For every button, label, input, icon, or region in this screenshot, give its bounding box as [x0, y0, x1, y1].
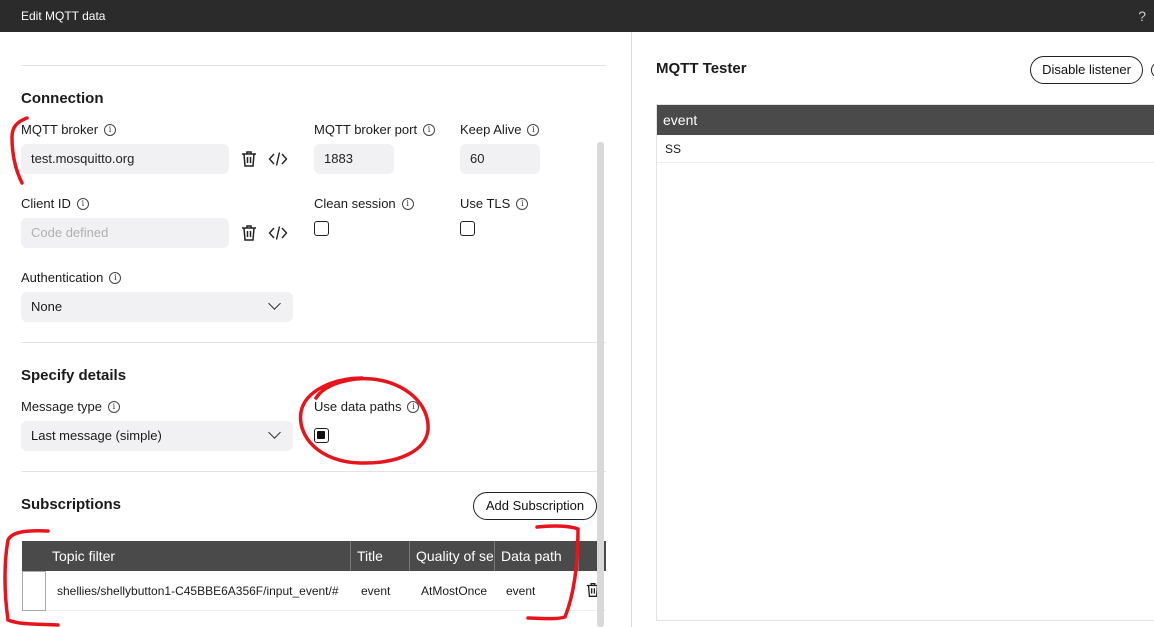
keep-alive-label-text: Keep Alive — [460, 122, 522, 137]
title-bar: Edit MQTT data ? — [0, 0, 1154, 32]
clean-session-label: Clean session i — [314, 196, 414, 211]
message-type-label: Message type i — [21, 399, 120, 414]
authentication-label-text: Authentication — [21, 270, 104, 285]
use-tls-label-text: Use TLS — [460, 196, 511, 211]
use-tls-checkbox[interactable] — [460, 221, 475, 236]
help-icon[interactable]: ? — [1138, 8, 1146, 24]
chevron-down-icon — [268, 426, 281, 439]
broker-input[interactable]: test.mosquitto.org — [21, 144, 229, 174]
code-icon[interactable] — [268, 149, 288, 169]
message-type-value: Last message (simple) — [31, 428, 162, 443]
tester-title: MQTT Tester — [656, 60, 747, 77]
use-tls-label: Use TLS i — [460, 196, 529, 211]
tester-row: SS — [657, 135, 1154, 163]
info-icon[interactable]: i — [527, 123, 540, 136]
info-icon[interactable]: i — [423, 123, 436, 136]
topic-cell: shellies/shellybutton1-C45BBE6A356F/inpu… — [57, 584, 339, 598]
row-select-handle[interactable] — [22, 571, 46, 611]
port-input[interactable]: 1883 — [314, 144, 394, 174]
broker-label-text: MQTT broker — [21, 122, 99, 137]
window-title: Edit MQTT data — [21, 9, 106, 23]
edit-form-panel: Connection MQTT broker i test.mosquitto.… — [0, 32, 632, 627]
message-type-select[interactable]: Last message (simple) — [21, 421, 293, 451]
port-label: MQTT broker port i — [314, 122, 436, 137]
add-subscription-button[interactable]: Add Subscription — [473, 492, 597, 520]
scrollbar[interactable] — [597, 142, 604, 627]
client-id-label-text: Client ID — [21, 196, 71, 211]
keep-alive-label: Keep Alive i — [460, 122, 540, 137]
column-header-title[interactable]: Title — [351, 541, 410, 571]
subscriptions-heading: Subscriptions — [21, 496, 122, 513]
mqtt-tester-panel: MQTT Tester Disable listener event SS — [632, 32, 1154, 627]
column-header-topic[interactable]: Topic filter — [46, 541, 351, 571]
divider — [21, 471, 606, 472]
message-type-label-text: Message type — [21, 399, 102, 414]
info-icon[interactable]: i — [107, 400, 120, 413]
trash-icon[interactable] — [239, 149, 259, 169]
authentication-label: Authentication i — [21, 270, 122, 285]
authentication-value: None — [31, 299, 63, 314]
tester-table: event SS — [656, 104, 1154, 621]
info-icon[interactable]: i — [109, 271, 122, 284]
client-id-input[interactable]: Code defined — [21, 218, 229, 248]
keep-alive-input[interactable]: 60 — [460, 144, 540, 174]
use-data-paths-label: Use data paths i — [314, 399, 420, 414]
column-header-data-path[interactable]: Data path — [495, 541, 579, 571]
clean-session-label-text: Clean session — [314, 196, 396, 211]
info-icon[interactable]: i — [516, 197, 529, 210]
connection-heading: Connection — [21, 90, 104, 107]
divider — [21, 65, 606, 66]
trash-icon[interactable] — [239, 223, 259, 243]
client-id-label: Client ID i — [21, 196, 89, 211]
use-data-paths-label-text: Use data paths — [314, 399, 402, 414]
divider — [21, 342, 606, 343]
title-cell: event — [361, 584, 391, 598]
info-icon[interactable]: i — [407, 400, 420, 413]
info-icon[interactable]: i — [104, 123, 117, 136]
subscriptions-table-header: Topic filter Title Quality of se Data pa… — [22, 541, 606, 571]
disable-listener-button[interactable]: Disable listener — [1030, 56, 1143, 84]
table-row[interactable]: shellies/shellybutton1-C45BBE6A356F/inpu… — [22, 571, 606, 611]
column-header-qos[interactable]: Quality of se — [410, 541, 495, 571]
tester-column-header: event — [657, 105, 1154, 135]
code-icon[interactable] — [268, 223, 288, 243]
info-icon[interactable]: i — [401, 197, 414, 210]
data-path-cell: event — [506, 584, 536, 598]
chevron-down-icon — [268, 297, 281, 310]
specify-details-heading: Specify details — [21, 367, 127, 384]
authentication-select[interactable]: None — [21, 292, 293, 322]
use-data-paths-checkbox[interactable] — [314, 428, 329, 443]
info-icon[interactable]: i — [76, 197, 89, 210]
port-label-text: MQTT broker port — [314, 122, 418, 137]
broker-label: MQTT broker i — [21, 122, 117, 137]
qos-cell: AtMostOnce — [421, 584, 488, 598]
clean-session-checkbox[interactable] — [314, 221, 329, 236]
